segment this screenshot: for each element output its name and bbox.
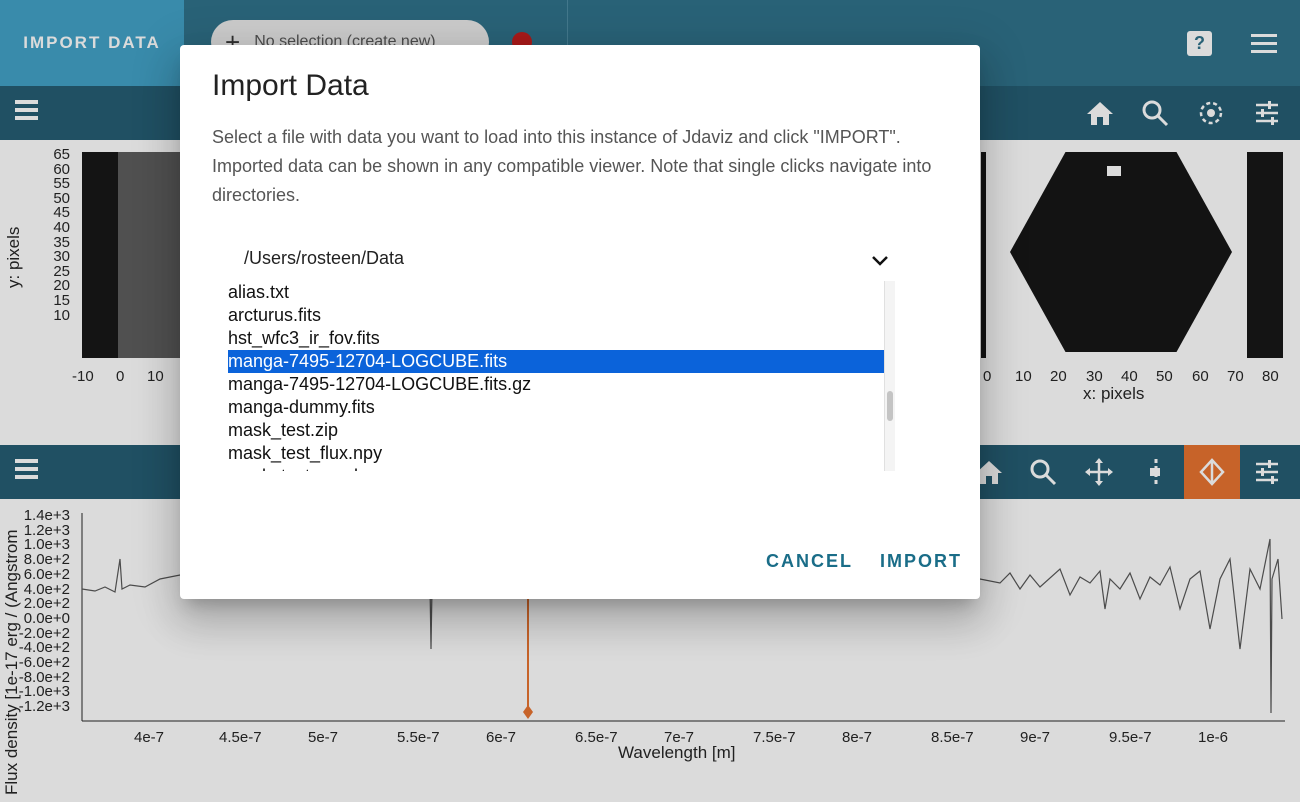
file-list-item[interactable]: manga-7495-12704-LOGCUBE.fits.gz: [228, 373, 894, 396]
file-list-item[interactable]: mask_test_mask.npy: [228, 465, 894, 471]
file-list-item[interactable]: manga-dummy.fits: [228, 396, 894, 419]
import-data-dialog: Import Data Select a file with data you …: [180, 45, 980, 599]
file-list-scrollbar[interactable]: [884, 281, 895, 471]
chevron-down-icon[interactable]: [870, 251, 890, 271]
file-list-item[interactable]: alias.txt: [228, 281, 894, 304]
dialog-description: Select a file with data you want to load…: [212, 127, 932, 205]
directory-select[interactable]: /Users/rosteen/Data: [244, 248, 894, 276]
file-list-item[interactable]: hst_wfc3_ir_fov.fits: [228, 327, 894, 350]
file-list-item[interactable]: mask_test.zip: [228, 419, 894, 442]
file-list-item[interactable]: manga-7495-12704-LOGCUBE.fits: [228, 350, 884, 373]
dialog-title: Import Data: [212, 69, 369, 102]
file-list-item[interactable]: arcturus.fits: [228, 304, 894, 327]
cancel-button[interactable]: CANCEL: [766, 551, 853, 572]
import-button[interactable]: IMPORT: [880, 551, 962, 572]
file-list[interactable]: alias.txt arcturus.fits hst_wfc3_ir_fov.fi…: [228, 281, 894, 471]
file-list-item[interactable]: mask_test_flux.npy: [228, 442, 894, 465]
scrollbar-thumb[interactable]: [887, 391, 893, 421]
